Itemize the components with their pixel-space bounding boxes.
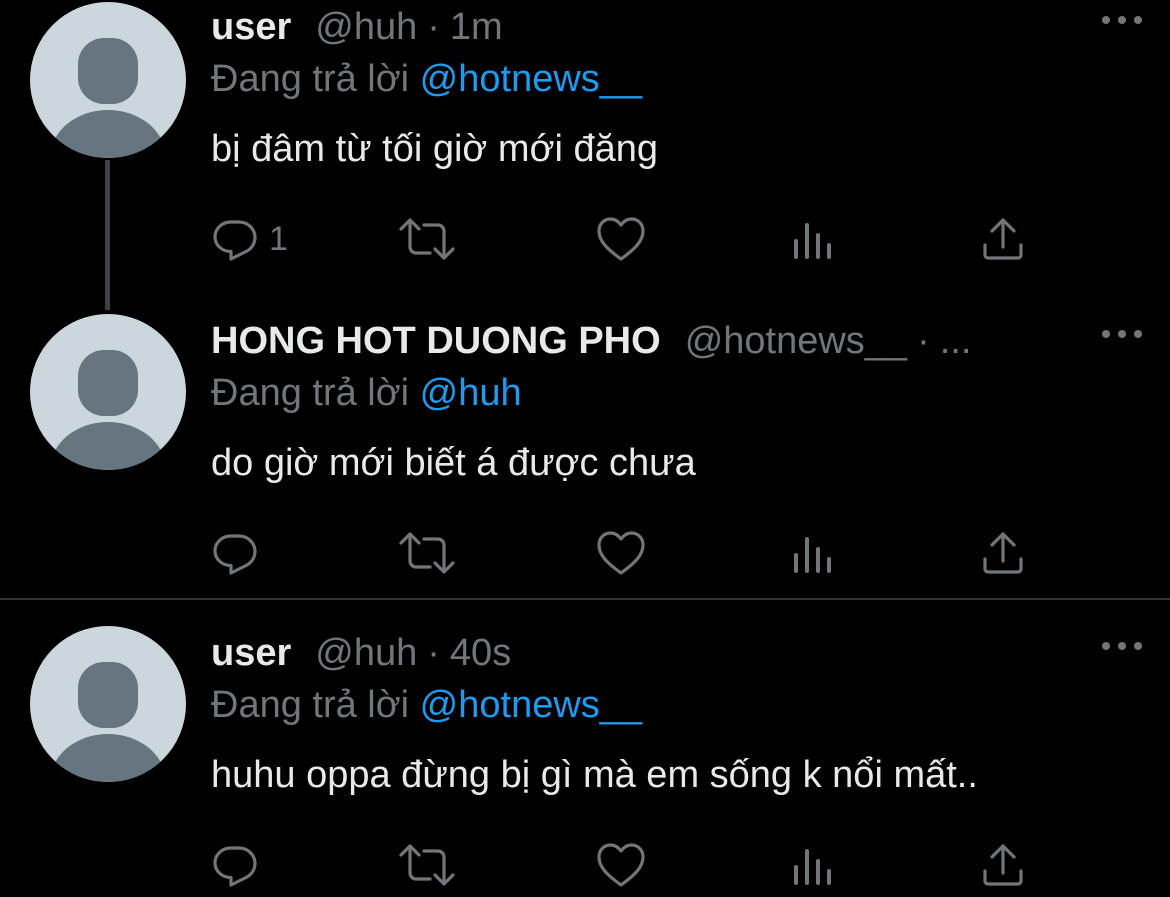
share-icon xyxy=(983,532,1023,574)
retweet-icon xyxy=(399,844,455,886)
more-options-icon[interactable] xyxy=(1102,636,1142,656)
user-handle[interactable]: @hotnews__ xyxy=(685,320,907,363)
user-handle[interactable]: @huh xyxy=(315,632,417,675)
default-avatar-icon xyxy=(50,350,166,470)
separator-dot: · xyxy=(427,6,440,48)
timestamp[interactable]: 1m xyxy=(450,6,503,49)
replying-to-label: Đang trả lời xyxy=(211,58,410,100)
analytics-icon xyxy=(794,849,831,885)
like-icon xyxy=(597,531,645,575)
timestamp[interactable]: 40s xyxy=(450,632,511,675)
display-name[interactable]: user xyxy=(211,632,291,675)
tweet-header: user @huh · 40s xyxy=(211,632,511,678)
analytics-button[interactable] xyxy=(791,214,835,264)
tweet-actions xyxy=(211,840,1041,890)
analytics-icon xyxy=(794,223,831,259)
retweet-icon xyxy=(399,532,455,574)
separator-dot: · xyxy=(917,320,930,362)
tweet-1[interactable]: user @huh · 1m Đang trả lời @hotnews__ b… xyxy=(0,0,1170,310)
reply-button[interactable]: 1 xyxy=(211,214,288,264)
default-avatar-icon xyxy=(50,662,166,782)
like-button[interactable] xyxy=(596,214,646,264)
retweet-button[interactable] xyxy=(397,840,457,890)
avatar[interactable] xyxy=(30,626,186,782)
user-handle[interactable]: @huh xyxy=(315,6,417,49)
like-icon xyxy=(597,843,645,887)
avatar[interactable] xyxy=(30,2,186,158)
retweet-icon xyxy=(399,218,455,260)
tweet-actions xyxy=(211,528,1041,578)
tweet-text: bị đâm từ tối giờ mới đăng xyxy=(211,128,659,170)
display-name[interactable]: HONG HOT DUONG PHO xyxy=(211,320,661,363)
more-options-icon[interactable] xyxy=(1102,324,1142,344)
share-button[interactable] xyxy=(979,214,1027,264)
tweet-text: huhu oppa đừng bị gì mà em sống k nổi mấ… xyxy=(211,754,978,796)
tweet-3[interactable]: user @huh · 40s Đang trả lời @hotnews__ … xyxy=(0,626,1170,897)
more-options-icon[interactable] xyxy=(1102,10,1142,30)
like-icon xyxy=(597,217,645,261)
retweet-button[interactable] xyxy=(397,528,457,578)
reply-icon xyxy=(213,846,257,887)
tweet-divider xyxy=(0,598,1170,600)
reply-mention-link[interactable]: @hotnews__ xyxy=(420,684,642,726)
share-button[interactable] xyxy=(979,840,1027,890)
share-icon xyxy=(983,844,1023,886)
display-name[interactable]: user xyxy=(211,6,291,49)
replying-to-label: Đang trả lời xyxy=(211,684,410,726)
tweet-2[interactable]: HONG HOT DUONG PHO @hotnews__ · ... Đang… xyxy=(0,314,1170,598)
thread-connector xyxy=(105,160,110,310)
separator-dot: · xyxy=(427,632,440,674)
replying-to: Đang trả lời @hotnews__ xyxy=(211,58,642,101)
tweet-header: user @huh · 1m xyxy=(211,6,503,52)
replying-to: Đang trả lời @hotnews__ xyxy=(211,684,642,727)
reply-mention-link[interactable]: @hotnews__ xyxy=(420,58,642,100)
reply-icon xyxy=(213,220,257,261)
tweet-text: do giờ mới biết á được chưa xyxy=(211,442,696,484)
analytics-button[interactable] xyxy=(791,528,835,578)
timestamp[interactable]: ... xyxy=(940,320,972,363)
avatar[interactable] xyxy=(30,314,186,470)
like-button[interactable] xyxy=(596,528,646,578)
tweet-header: HONG HOT DUONG PHO @hotnews__ · ... xyxy=(211,320,971,366)
like-button[interactable] xyxy=(596,840,646,890)
tweet-actions: 1 xyxy=(211,214,1041,264)
replying-to-label: Đang trả lời xyxy=(211,372,410,414)
retweet-button[interactable] xyxy=(397,214,457,264)
reply-button[interactable] xyxy=(211,840,269,890)
analytics-button[interactable] xyxy=(791,840,835,890)
reply-button[interactable] xyxy=(211,528,269,578)
analytics-icon xyxy=(794,537,831,573)
reply-icon xyxy=(213,534,257,575)
reply-mention-link[interactable]: @huh xyxy=(420,372,522,414)
replying-to: Đang trả lời @huh xyxy=(211,372,522,415)
reply-count: 1 xyxy=(269,219,288,258)
default-avatar-icon xyxy=(50,38,166,158)
share-icon xyxy=(983,218,1023,260)
share-button[interactable] xyxy=(979,528,1027,578)
